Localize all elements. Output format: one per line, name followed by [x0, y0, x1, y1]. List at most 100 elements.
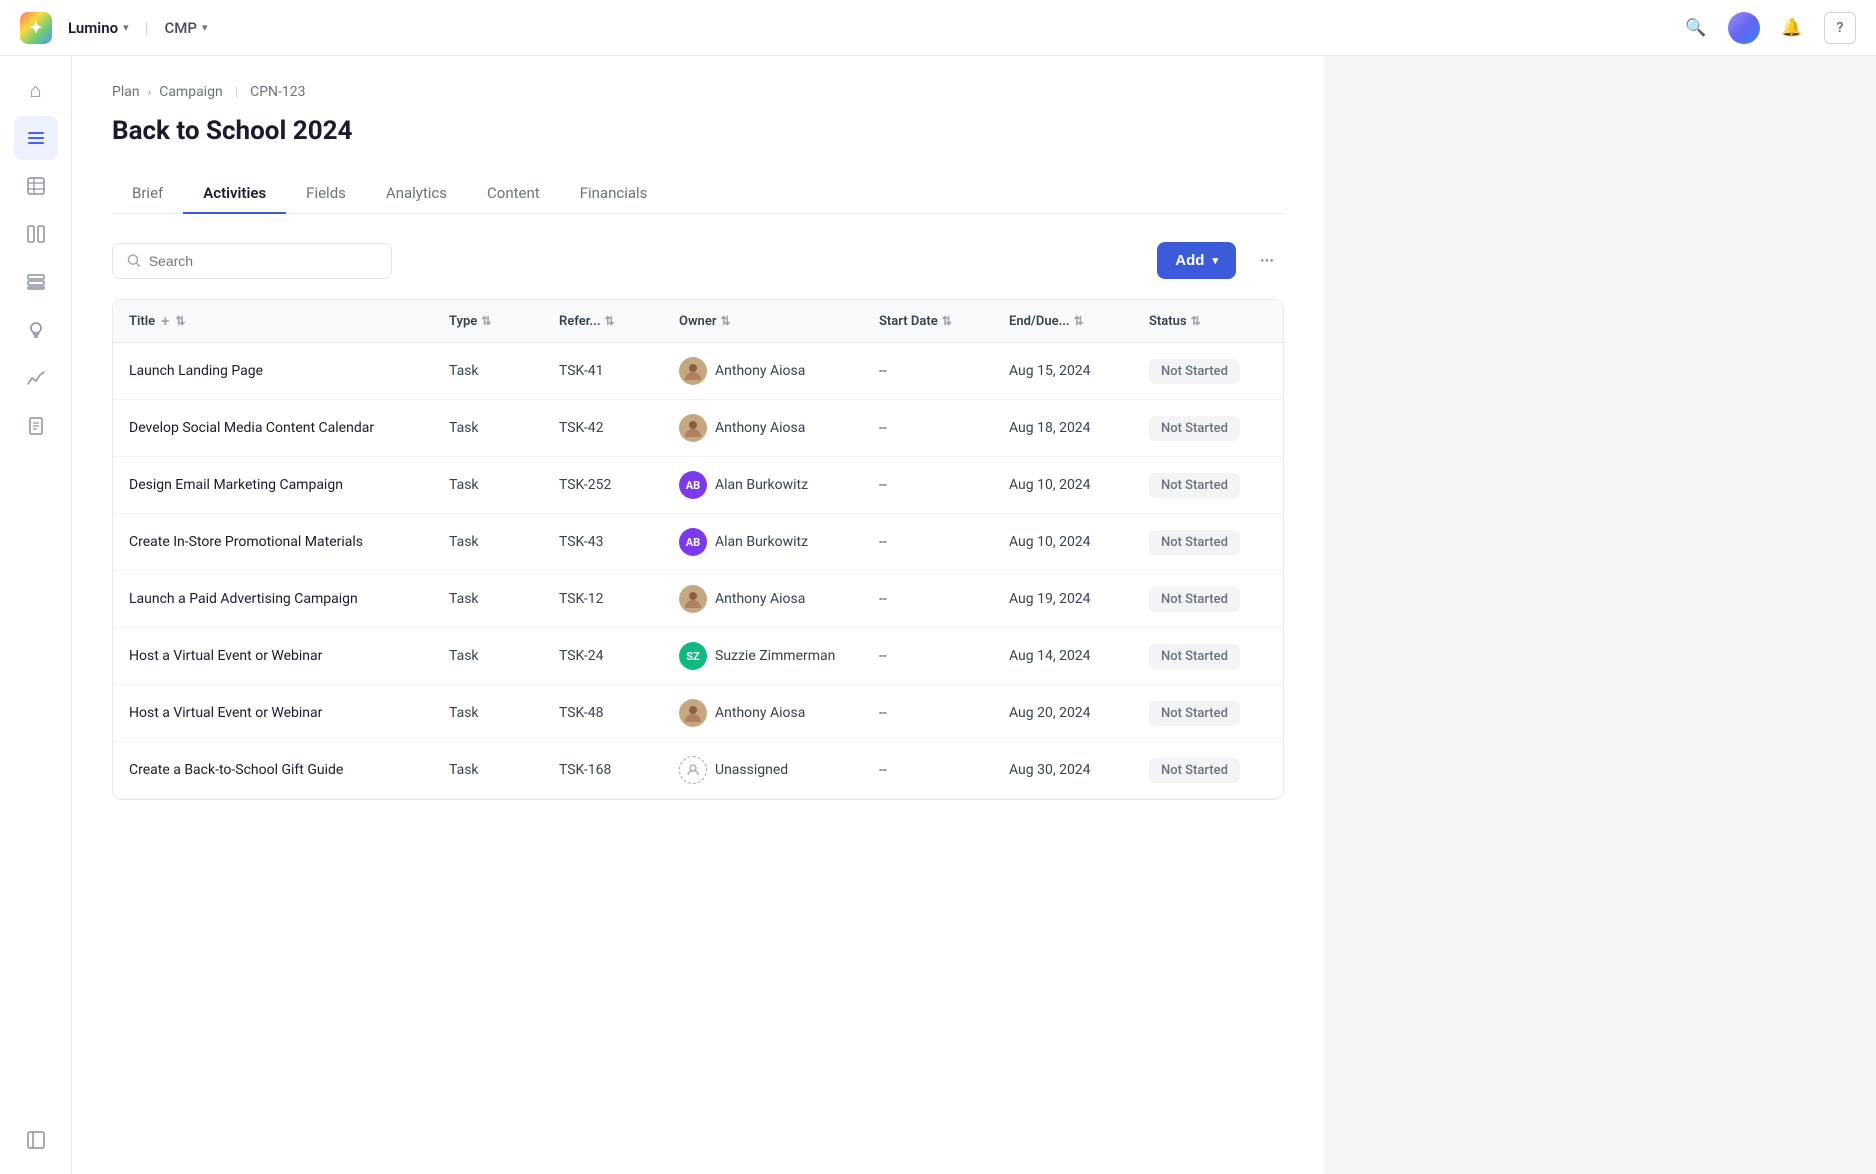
status-badge[interactable]: Not Started — [1149, 359, 1240, 384]
cell-title: Host a Virtual Event or Webinar — [113, 628, 433, 685]
sidebar-item-board[interactable] — [14, 212, 58, 256]
notification-icon[interactable]: 🔔 — [1776, 12, 1808, 44]
add-button-label: Add — [1175, 252, 1204, 269]
sort-type-icon[interactable]: ⇅ — [481, 314, 491, 328]
sort-start-icon[interactable]: ⇅ — [942, 314, 952, 328]
cell-end-date: Aug 19, 2024 — [993, 571, 1133, 628]
sidebar-item-ideas[interactable] — [14, 308, 58, 352]
avatar — [679, 585, 707, 613]
sort-status-icon[interactable]: ⇅ — [1191, 314, 1201, 328]
cell-type: Task — [433, 685, 543, 742]
tab-fields[interactable]: Fields — [286, 174, 366, 214]
tab-analytics[interactable]: Analytics — [366, 174, 467, 214]
status-badge[interactable]: Not Started — [1149, 416, 1240, 441]
cell-type: Task — [433, 343, 543, 400]
cell-status: Not Started — [1133, 514, 1283, 571]
section-name: CMP — [165, 19, 197, 37]
section-chevron-icon: ▾ — [202, 21, 208, 34]
table-row[interactable]: Create a Back-to-School Gift Guide Task … — [113, 742, 1283, 799]
cell-title: Create a Back-to-School Gift Guide — [113, 742, 433, 799]
cell-start-date: -- — [863, 514, 993, 571]
cell-status: Not Started — [1133, 628, 1283, 685]
sidebar-item-table[interactable] — [14, 164, 58, 208]
cell-status: Not Started — [1133, 343, 1283, 400]
brand-chevron-icon: ▾ — [123, 21, 129, 34]
col-ref[interactable]: Refer...⇅ — [543, 300, 663, 343]
sort-owner-icon[interactable]: ⇅ — [721, 314, 731, 328]
cell-status: Not Started — [1133, 685, 1283, 742]
search-box[interactable] — [112, 243, 392, 279]
col-status[interactable]: Status⇅ — [1133, 300, 1283, 343]
avatar-unassigned — [679, 756, 707, 784]
cell-type: Task — [433, 400, 543, 457]
col-owner[interactable]: Owner⇅ — [663, 300, 863, 343]
tab-content[interactable]: Content — [467, 174, 560, 214]
cell-ref: TSK-252 — [543, 457, 663, 514]
table-row[interactable]: Create In-Store Promotional Materials Ta… — [113, 514, 1283, 571]
sidebar-item-analytics[interactable] — [14, 356, 58, 400]
cell-ref: TSK-24 — [543, 628, 663, 685]
breadcrumb-campaign[interactable]: Campaign — [159, 84, 222, 100]
col-end-date[interactable]: End/Due...⇅ — [993, 300, 1133, 343]
tab-activities[interactable]: Activities — [183, 174, 286, 214]
search-input[interactable] — [149, 253, 377, 269]
search-icon[interactable]: 🔍 — [1680, 12, 1712, 44]
brand-selector[interactable]: Lumino ▾ — [68, 19, 129, 37]
col-type[interactable]: Type⇅ — [433, 300, 543, 343]
cell-start-date: -- — [863, 685, 993, 742]
add-button[interactable]: Add ▾ — [1157, 242, 1236, 279]
cell-end-date: Aug 15, 2024 — [993, 343, 1133, 400]
cell-ref: TSK-42 — [543, 400, 663, 457]
table-row[interactable]: Launch a Paid Advertising Campaign Task … — [113, 571, 1283, 628]
owner-name: Unassigned — [715, 762, 788, 778]
nav-separator: | — [145, 18, 149, 37]
app-logo[interactable]: ✦ — [20, 12, 52, 44]
table-row[interactable]: Host a Virtual Event or Webinar Task TSK… — [113, 685, 1283, 742]
more-options-button[interactable]: ··· — [1248, 243, 1284, 279]
col-start-date[interactable]: Start Date⇅ — [863, 300, 993, 343]
breadcrumb-pipe: | — [235, 84, 238, 100]
sidebar-item-home[interactable]: ⌂ — [14, 68, 58, 112]
table-row[interactable]: Develop Social Media Content Calendar Ta… — [113, 400, 1283, 457]
sort-end-icon[interactable]: ⇅ — [1074, 314, 1084, 328]
sidebar-item-stack[interactable] — [14, 260, 58, 304]
search-box-icon — [127, 253, 141, 268]
activities-table: Title + ⇅ Type⇅ Refer...⇅ — [112, 299, 1284, 800]
breadcrumb: Plan › Campaign | CPN-123 — [112, 84, 1284, 100]
cell-end-date: Aug 20, 2024 — [993, 685, 1133, 742]
col-title[interactable]: Title + ⇅ — [113, 300, 433, 343]
cell-start-date: -- — [863, 457, 993, 514]
status-badge[interactable]: Not Started — [1149, 587, 1240, 612]
status-badge[interactable]: Not Started — [1149, 701, 1240, 726]
cell-end-date: Aug 30, 2024 — [993, 742, 1133, 799]
table-row[interactable]: Launch Landing Page Task TSK-41 Anthony … — [113, 343, 1283, 400]
breadcrumb-plan[interactable]: Plan — [112, 84, 140, 100]
sort-ref-icon[interactable]: ⇅ — [605, 314, 615, 328]
sidebar-item-panel[interactable] — [14, 1118, 58, 1162]
status-badge[interactable]: Not Started — [1149, 758, 1240, 783]
avatar: AB — [679, 528, 707, 556]
cell-start-date: -- — [863, 628, 993, 685]
cell-end-date: Aug 10, 2024 — [993, 457, 1133, 514]
status-badge[interactable]: Not Started — [1149, 473, 1240, 498]
user-avatar[interactable] — [1728, 12, 1760, 44]
avatar — [679, 357, 707, 385]
sidebar-item-list[interactable] — [14, 116, 58, 160]
sidebar-item-documents[interactable] — [14, 404, 58, 448]
section-selector[interactable]: CMP ▾ — [165, 19, 208, 37]
help-icon[interactable]: ? — [1824, 12, 1856, 44]
owner-name: Anthony Aiosa — [715, 363, 805, 379]
status-badge[interactable]: Not Started — [1149, 530, 1240, 555]
tab-brief[interactable]: Brief — [112, 174, 183, 214]
status-badge[interactable]: Not Started — [1149, 644, 1240, 669]
sort-title-icon[interactable]: ⇅ — [175, 314, 185, 328]
cell-ref: TSK-168 — [543, 742, 663, 799]
tab-financials[interactable]: Financials — [560, 174, 668, 214]
owner-name: Anthony Aiosa — [715, 705, 805, 721]
cell-owner: Anthony Aiosa — [663, 400, 863, 457]
table-row[interactable]: Host a Virtual Event or Webinar Task TSK… — [113, 628, 1283, 685]
add-row-icon[interactable]: + — [161, 312, 169, 330]
cell-type: Task — [433, 628, 543, 685]
cell-owner: Anthony Aiosa — [663, 685, 863, 742]
table-row[interactable]: Design Email Marketing Campaign Task TSK… — [113, 457, 1283, 514]
